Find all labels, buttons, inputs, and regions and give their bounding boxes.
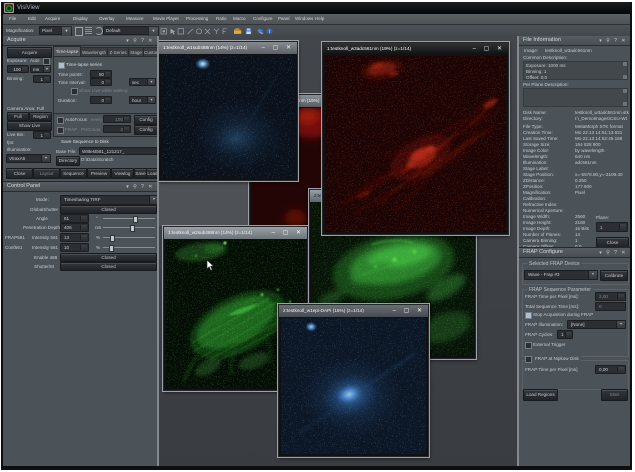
svg-text:i: i (269, 29, 270, 35)
